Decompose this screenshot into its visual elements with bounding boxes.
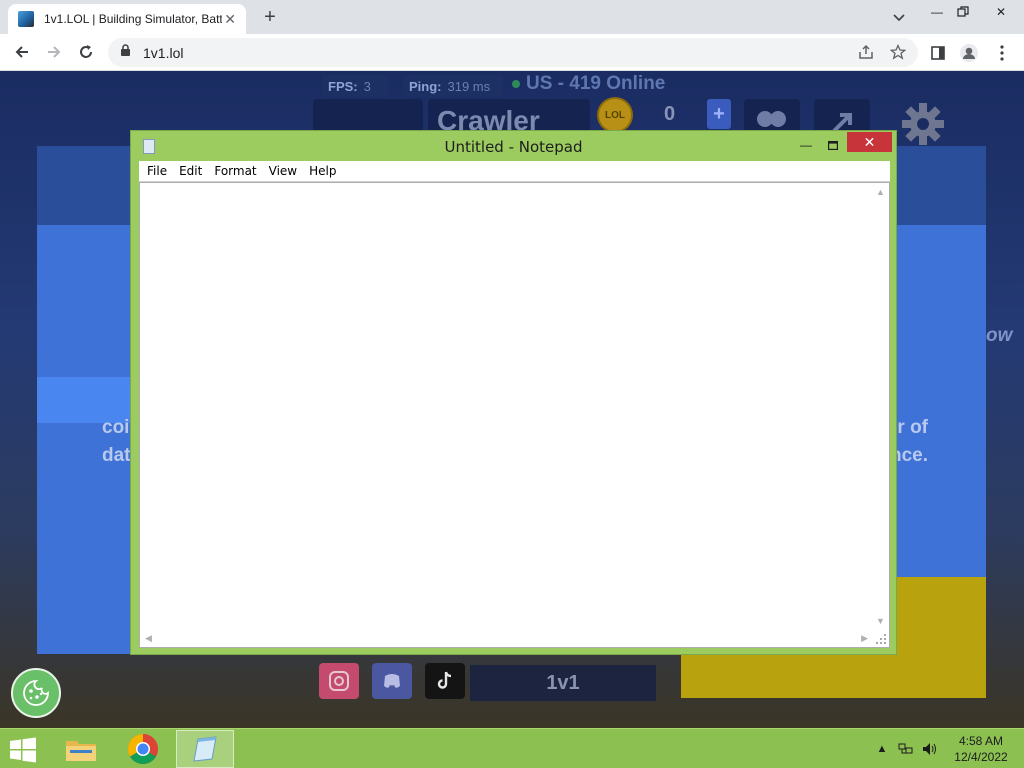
share-icon[interactable] xyxy=(856,42,876,62)
window-close-button[interactable]: ✕ xyxy=(984,0,1018,24)
menu-view[interactable]: View xyxy=(267,164,305,178)
ping-counter: Ping: 319 ms xyxy=(403,75,503,97)
lock-icon[interactable] xyxy=(120,43,131,62)
tiktok-button[interactable] xyxy=(425,663,465,699)
start-windows-icon[interactable] xyxy=(8,737,38,763)
tiktok-icon xyxy=(437,671,452,689)
menu-help[interactable]: Help xyxy=(307,164,344,178)
modal-text-left: coi dat xyxy=(102,414,131,470)
forward-icon[interactable] xyxy=(42,40,66,64)
coin-balance: 0 xyxy=(664,103,676,125)
menu-edit[interactable]: Edit xyxy=(177,164,210,178)
back-icon[interactable] xyxy=(10,40,34,64)
menu-file[interactable]: File xyxy=(145,164,175,178)
add-coins-button[interactable]: + xyxy=(707,99,731,129)
windows-taskbar: ▲ 4:58 AM 12/4/2022 xyxy=(0,728,1024,768)
notepad-menubar: File Edit Format View Help xyxy=(139,161,890,182)
taskbar-file-explorer[interactable] xyxy=(52,730,110,768)
discord-button[interactable] xyxy=(372,663,412,699)
instagram-button[interactable] xyxy=(319,663,359,699)
fps-value: 3 xyxy=(363,78,371,94)
browser-tab-strip: 1v1.LOL | Building Simulator, Batt ✕ + —… xyxy=(0,0,1024,34)
chrome-icon xyxy=(127,734,159,765)
modal-text-left-line2: dat xyxy=(102,445,131,466)
brand-label: 1v1 xyxy=(470,665,656,701)
scroll-down-icon[interactable]: ▼ xyxy=(876,616,885,626)
side-panel-icon[interactable] xyxy=(928,43,948,63)
fps-label: FPS: xyxy=(328,78,358,94)
menu-format[interactable]: Format xyxy=(212,164,264,178)
discord-icon xyxy=(384,674,400,688)
tab-search-chevron-icon[interactable] xyxy=(890,8,908,26)
tab-close-icon[interactable]: ✕ xyxy=(222,11,238,28)
new-tab-button[interactable]: + xyxy=(258,5,282,29)
taskbar-chrome[interactable] xyxy=(114,730,172,768)
modal-text-left-line1: coi xyxy=(102,417,130,438)
taskbar-notepad[interactable] xyxy=(176,730,234,768)
clock-date: 12/4/2022 xyxy=(954,750,1008,764)
browser-toolbar: 1v1.lol xyxy=(0,34,1024,71)
menu-dots-icon[interactable] xyxy=(992,43,1012,63)
notepad-window[interactable]: Untitled - Notepad — ✕ File Edit Format … xyxy=(130,130,897,655)
vertical-scrollbar[interactable]: ▲ ▼ xyxy=(872,183,889,630)
network-icon[interactable] xyxy=(898,741,914,757)
url-text: 1v1.lol xyxy=(143,44,184,61)
coin-label: LOL xyxy=(605,109,625,121)
horizontal-scrollbar[interactable]: ◀ ▶ xyxy=(140,630,873,647)
online-text: US - 419 Online xyxy=(526,73,666,94)
system-clock[interactable]: 4:58 AM 12/4/2022 xyxy=(945,733,1017,765)
notepad-text-area[interactable]: ▲ ▼ ◀ ▶ xyxy=(139,182,890,648)
tab-title: 1v1.LOL | Building Simulator, Batt xyxy=(44,12,223,26)
online-status: US - 419 Online xyxy=(512,73,665,95)
fps-counter: FPS: 3 xyxy=(322,75,388,97)
profile-icon[interactable] xyxy=(959,43,979,63)
notepad-titlebar[interactable]: Untitled - Notepad — ✕ xyxy=(131,131,896,161)
scroll-left-icon[interactable]: ◀ xyxy=(145,633,152,644)
cookie-settings-button[interactable] xyxy=(11,668,61,718)
show-hidden-icons-icon[interactable]: ▲ xyxy=(874,741,890,757)
side-banner-text: ow xyxy=(986,325,1013,346)
address-bar[interactable]: 1v1.lol xyxy=(108,38,918,67)
site-favicon-icon xyxy=(18,11,34,27)
bookmark-star-icon[interactable] xyxy=(888,42,908,62)
clock-time: 4:58 AM xyxy=(958,734,1004,748)
folder-icon xyxy=(66,741,96,761)
lol-coin-icon: LOL xyxy=(597,97,633,133)
notepad-maximize-button[interactable] xyxy=(820,135,846,155)
settings-gear-icon[interactable] xyxy=(900,101,946,147)
notepad-close-button[interactable]: ✕ xyxy=(847,132,892,152)
instagram-icon xyxy=(329,671,349,691)
notepad-minimize-button[interactable]: — xyxy=(793,135,819,155)
scroll-up-icon[interactable]: ▲ xyxy=(876,187,885,197)
online-dot-icon xyxy=(512,80,520,88)
scroll-right-icon[interactable]: ▶ xyxy=(861,633,868,644)
reload-icon[interactable] xyxy=(74,40,98,64)
ping-label: Ping: xyxy=(409,78,442,94)
volume-icon[interactable] xyxy=(922,741,938,757)
window-restore-button[interactable] xyxy=(946,0,980,24)
browser-tab[interactable]: 1v1.LOL | Building Simulator, Batt ✕ xyxy=(8,4,246,34)
ping-value: 319 ms xyxy=(447,78,491,94)
notepad-icon xyxy=(193,736,217,762)
cookie-icon xyxy=(23,680,49,706)
resize-grip-icon[interactable] xyxy=(875,633,887,645)
notepad-title: Untitled - Notepad xyxy=(444,138,583,156)
